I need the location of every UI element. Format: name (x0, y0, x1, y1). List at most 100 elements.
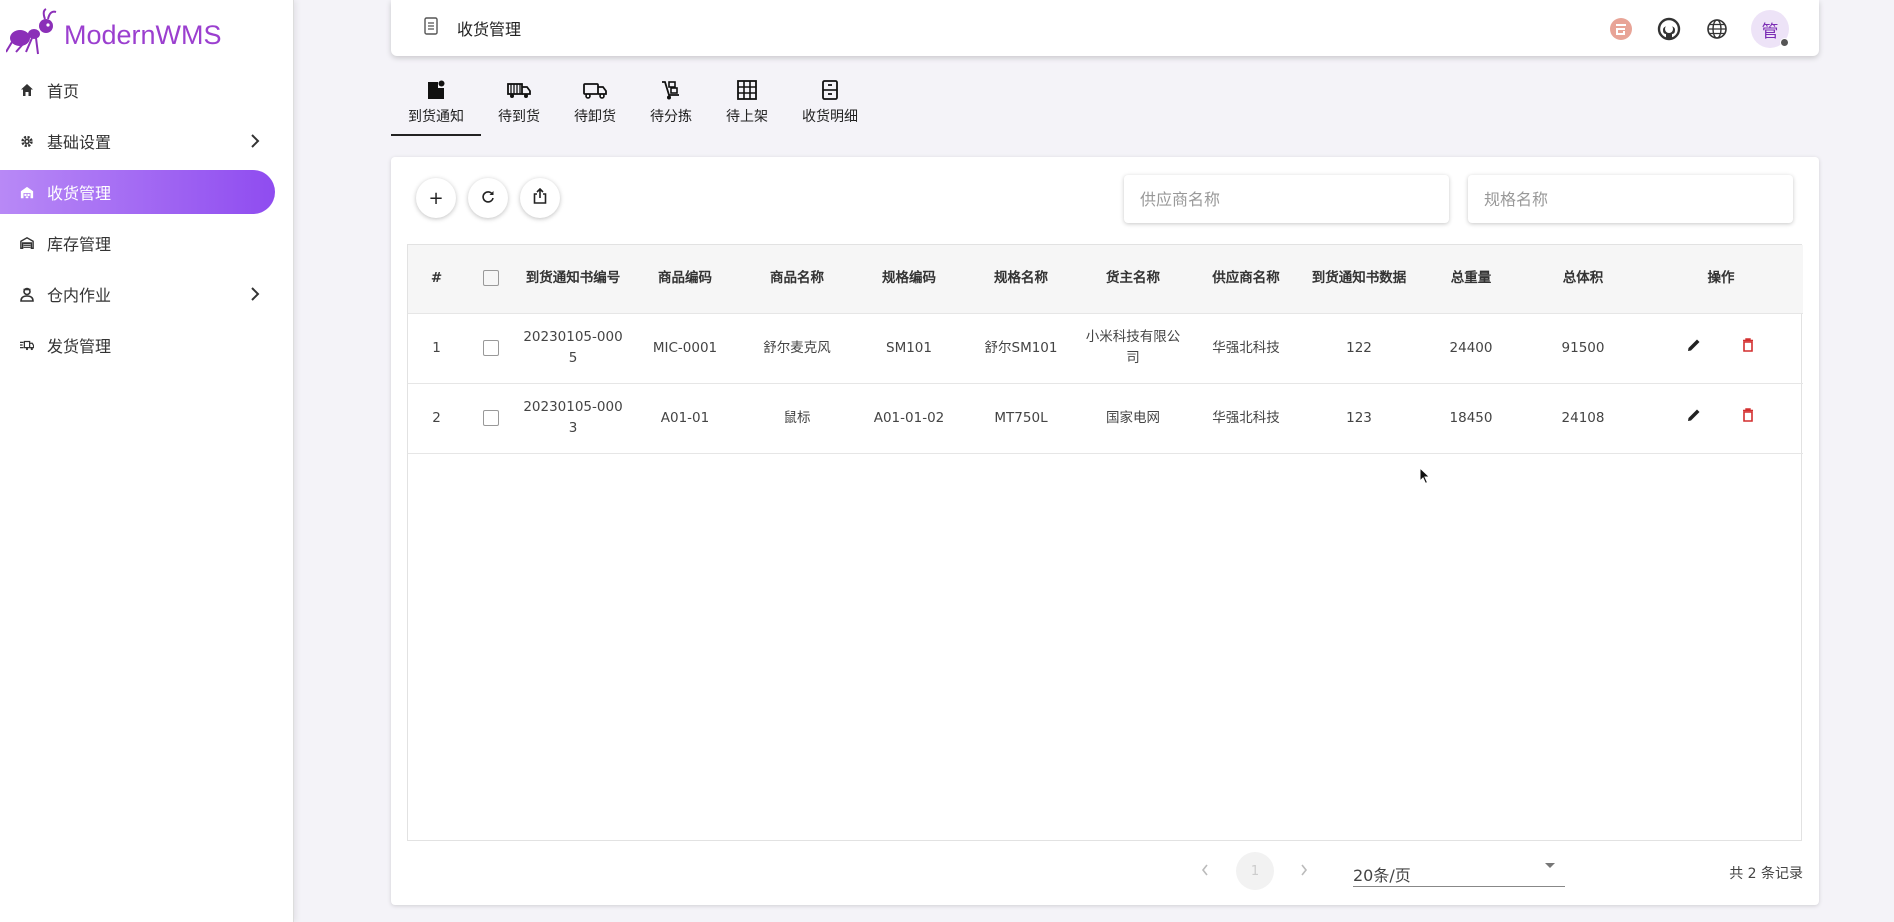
select-all-checkbox[interactable] (483, 270, 499, 287)
data-table: # 到货通知书编号 商品编码 商品名称 规格编码 规格名称 货主名称 供应商名称… (407, 244, 1803, 841)
top-header: 收货管理 管 (391, 0, 1819, 56)
cell-qty: 123 (1346, 409, 1372, 426)
row-checkbox[interactable] (483, 339, 499, 356)
col-header[interactable]: 总体积 (1527, 245, 1639, 313)
sidebar-item-basic-settings[interactable]: 基础设置 (0, 119, 275, 163)
status-dot (1780, 38, 1789, 47)
app-logo[interactable]: ModernWMS (5, 8, 222, 62)
add-button[interactable]: + (416, 178, 456, 218)
globe-icon[interactable] (1699, 11, 1735, 47)
cell-spec-name: MT750L (994, 409, 1048, 426)
delete-button[interactable] (1731, 331, 1765, 365)
col-header[interactable]: 总重量 (1415, 245, 1527, 313)
sidebar-item-label: 首页 (47, 82, 80, 101)
delete-button[interactable] (1731, 401, 1765, 435)
chevron-left-icon (1201, 864, 1208, 876)
cell-spec-name: 舒尔SM101 (984, 339, 1058, 356)
prev-page-button[interactable] (1201, 861, 1209, 880)
spec-name-input[interactable] (1468, 175, 1793, 223)
tab-awaiting-unload[interactable]: 待卸货 (557, 76, 633, 136)
next-page-button[interactable] (1300, 861, 1308, 880)
caret-down-icon (1545, 863, 1555, 868)
truck-outline-icon (583, 80, 607, 100)
cell-sku-code: A01-01 (660, 409, 710, 426)
cell-notice-no: 20230105-0005 (523, 329, 623, 366)
export-icon (533, 187, 547, 209)
tab-receiving-details[interactable]: 收货明细 (785, 76, 875, 136)
col-header: 操作 (1707, 270, 1735, 287)
sidebar-item-inventory[interactable]: 库存管理 (0, 221, 275, 265)
tab-label: 待上架 (726, 109, 768, 125)
col-header[interactable]: 规格名称 (965, 245, 1077, 313)
col-header[interactable]: 供应商名称 (1189, 245, 1303, 313)
sidebar-item-label: 收货管理 (47, 184, 112, 203)
chevron-right-icon (1301, 864, 1308, 876)
truck-icon (507, 80, 531, 100)
home-icon (20, 83, 34, 97)
tab-awaiting-putaway[interactable]: 待上架 (709, 76, 785, 136)
tab-label: 收货明细 (802, 109, 858, 125)
cell-spec-code: A01-01-02 (873, 409, 945, 426)
cell-owner: 小米科技有限公司 (1085, 329, 1181, 366)
sidebar-item-label: 仓内作业 (47, 286, 112, 305)
sidebar-item-home[interactable]: 首页 (0, 68, 275, 112)
supplier-name-input[interactable] (1124, 175, 1449, 223)
document-icon (424, 17, 438, 39)
tab-arrival-notice[interactable]: 到货通知 (391, 76, 481, 136)
col-header[interactable]: 货主名称 (1077, 245, 1189, 313)
table-header-row: # 到货通知书编号 商品编码 商品名称 规格编码 规格名称 货主名称 供应商名称… (408, 245, 1803, 313)
col-header[interactable]: 到货通知书编号 (517, 245, 629, 313)
github-icon[interactable] (1651, 11, 1687, 47)
tab-awaiting-arrival[interactable]: 待到货 (481, 76, 557, 136)
cell-select (465, 383, 517, 453)
cell-index: 2 (432, 409, 441, 426)
col-header[interactable]: 规格编码 (853, 245, 965, 313)
pagination: 1 20条/页 共 2 条记录 (391, 847, 1819, 897)
cell-weight: 18450 (1449, 409, 1493, 426)
plus-icon: + (428, 187, 444, 209)
refresh-icon (481, 188, 495, 209)
refresh-button[interactable] (468, 178, 508, 218)
edit-button[interactable] (1677, 331, 1711, 365)
table-row[interactable]: 1 20230105-0005 MIC-0001 舒尔麦克风 SM101 舒尔S… (408, 313, 1803, 383)
grid-icon (737, 80, 757, 100)
col-header: # (430, 270, 443, 287)
trash-icon (1742, 407, 1754, 429)
sidebar-item-label: 发货管理 (47, 337, 112, 356)
cell-sku-name: 舒尔麦克风 (763, 339, 831, 356)
warehouse-icon (20, 185, 34, 199)
header-actions: 管 (1591, 10, 1789, 48)
col-header[interactable]: 商品名称 (741, 245, 853, 313)
col-header-select (465, 245, 517, 313)
cell-qty: 122 (1346, 339, 1372, 356)
page-size-select[interactable]: 20条/页 (1353, 855, 1565, 887)
cell-supplier: 华强北科技 (1212, 409, 1280, 426)
page-size-value: 20条/页 (1353, 866, 1411, 885)
cell-actions (1639, 383, 1803, 453)
tab-awaiting-sorting[interactable]: 待分拣 (633, 76, 709, 136)
tab-bar: 到货通知 待到货 待卸货 待分拣 待上架 收货明细 (391, 76, 875, 136)
table-row[interactable]: 2 20230105-0003 A01-01 鼠标 A01-01-02 MT75… (408, 383, 1803, 453)
row-checkbox[interactable] (483, 409, 499, 426)
tab-label: 待到货 (498, 109, 540, 125)
main-card: + # 到货通知书编号 商品编码 商 (391, 157, 1819, 905)
export-button[interactable] (520, 178, 560, 218)
page-number-current[interactable]: 1 (1236, 852, 1274, 890)
sidebar-item-warehouse-ops[interactable]: 仓内作业 (0, 272, 275, 316)
avatar-text: 管 (1761, 21, 1779, 42)
cell-notice-no: 20230105-0003 (523, 399, 623, 436)
avatar[interactable]: 管 (1751, 10, 1789, 48)
app-name: ModernWMS (64, 19, 222, 50)
col-header[interactable]: 商品编码 (629, 245, 741, 313)
ant-logo-icon (5, 8, 58, 62)
edit-button[interactable] (1677, 401, 1711, 435)
sidebar-item-label: 库存管理 (47, 235, 112, 254)
gitee-icon[interactable] (1603, 11, 1639, 47)
sidebar-item-receiving[interactable]: 收货管理 (0, 170, 275, 214)
hand-truck-icon (660, 80, 682, 100)
pencil-icon (1687, 338, 1701, 359)
col-header[interactable]: 到货通知书数据 (1303, 245, 1415, 313)
sidebar: ModernWMS 首页 基础设置 收货管理 库存管理 仓内作业 发货管理 (0, 0, 294, 922)
cell-owner: 国家电网 (1106, 409, 1160, 426)
sidebar-item-shipping[interactable]: 发货管理 (0, 323, 275, 367)
